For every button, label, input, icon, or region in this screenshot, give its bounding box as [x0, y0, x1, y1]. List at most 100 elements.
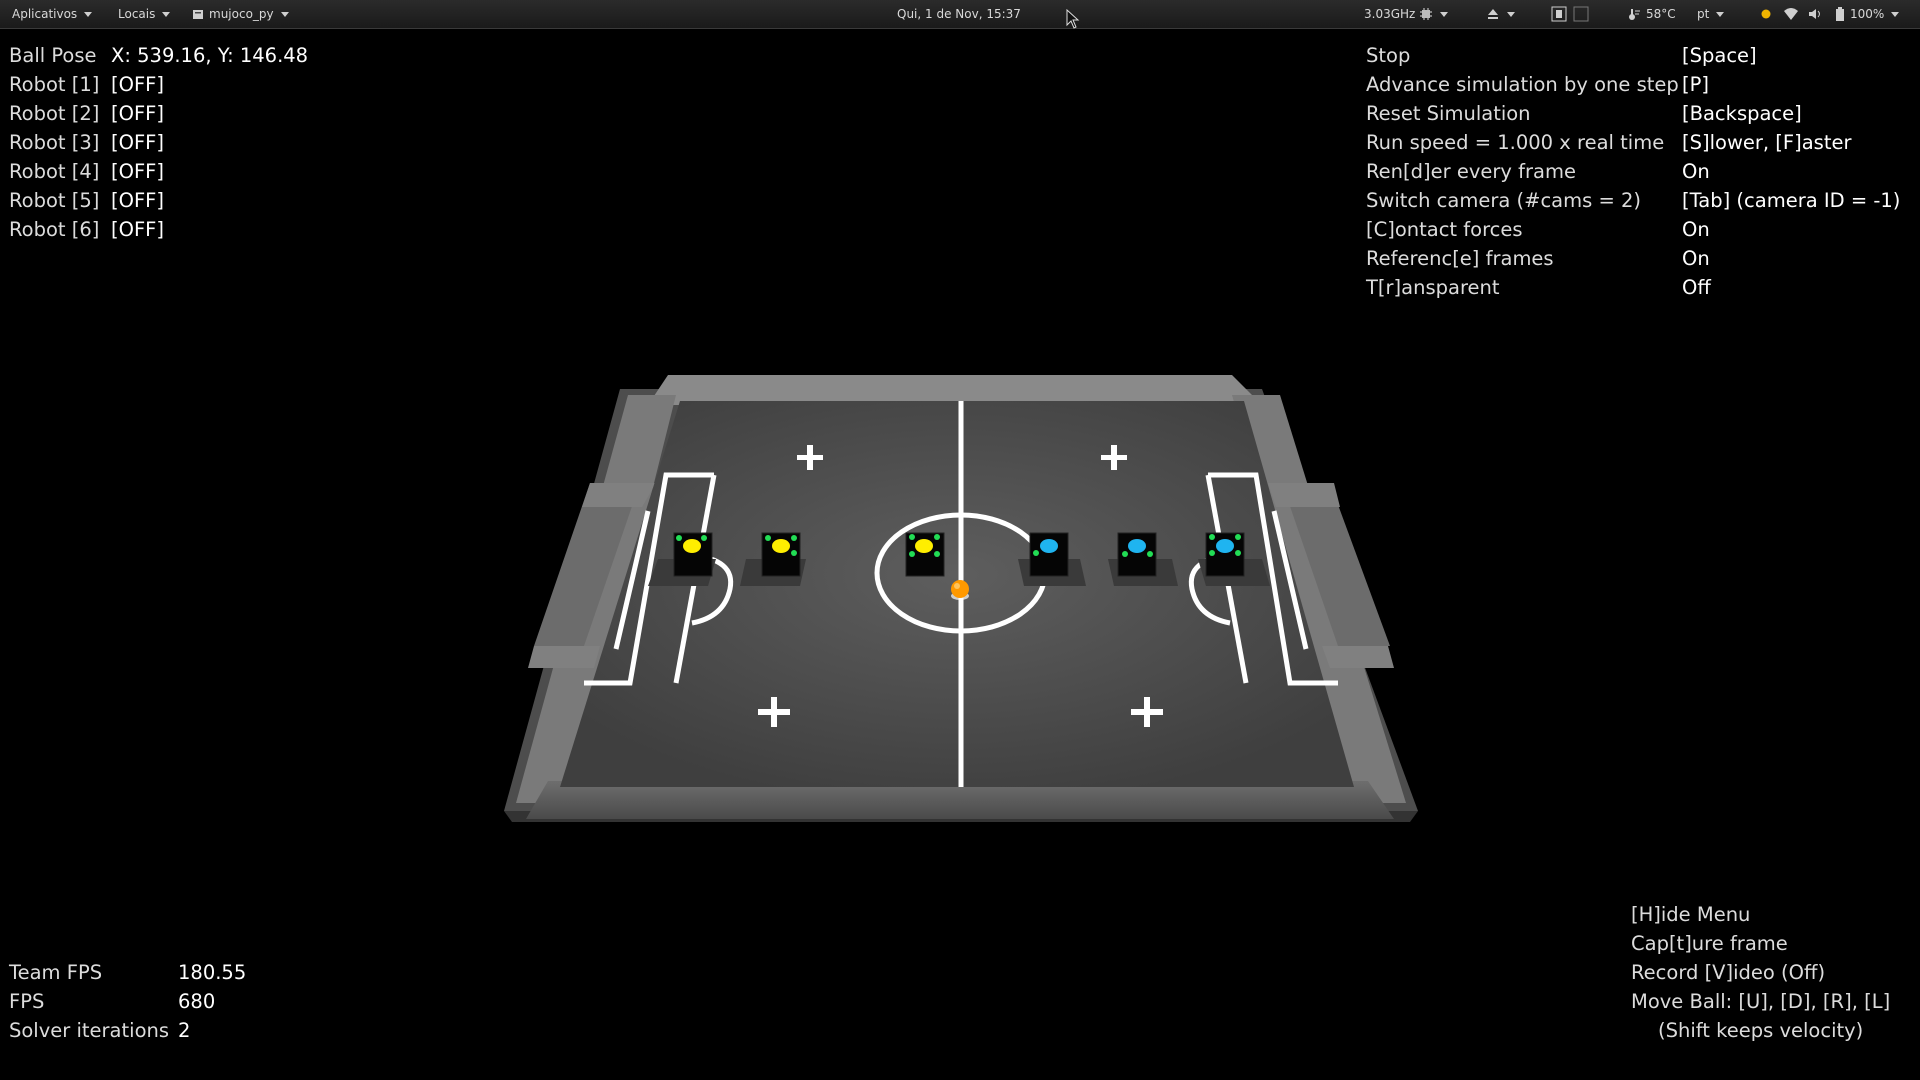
ball — [951, 580, 969, 600]
mouse-pointer-icon — [1066, 9, 1080, 29]
help-row: Reset Simulation [Backspace] — [1366, 99, 1916, 128]
cpu-frequency-indicator[interactable]: 3.03GHz — [1364, 0, 1449, 28]
robot-1-status: [OFF] — [111, 73, 164, 96]
robot-5-label: Robot [5] — [9, 189, 100, 212]
robot-1 — [673, 532, 713, 577]
help-row: Referenc[e] frames On — [1366, 244, 1916, 273]
eject-menu[interactable] — [1486, 0, 1515, 28]
help-label: Switch camera (#cams = 2) — [1366, 189, 1642, 212]
record-video-label: Record [V]ideo (Off) — [1631, 961, 1826, 984]
eject-icon — [1488, 9, 1498, 19]
robot-6-status: [OFF] — [111, 218, 164, 241]
solver-iterations-value: 2 — [178, 1019, 191, 1042]
far-wall — [648, 375, 1262, 405]
robot-1-label: Robot [1] — [9, 73, 100, 96]
help-key: [P] — [1682, 73, 1709, 96]
applications-menu-label: Aplicativos — [12, 7, 78, 21]
robot-4 — [1029, 532, 1069, 577]
top-panel: Aplicativos Locais mujoco_py Qui, 1 de N… — [0, 0, 1920, 29]
right-goal-box-bottom — [1322, 646, 1394, 668]
help-key: Off — [1682, 276, 1711, 299]
menu-help: [H]ide Menu Cap[t]ure frame Record [V]id… — [1631, 900, 1916, 1045]
capture-frame-label: Cap[t]ure frame — [1631, 932, 1788, 955]
robot-3 — [905, 532, 945, 577]
robot-5-status: [OFF] — [111, 189, 164, 212]
active-window-label: mujoco_py — [209, 7, 274, 21]
team-fps-label: Team FPS — [9, 961, 103, 984]
robot-2-label: Robot [2] — [9, 102, 100, 125]
wifi-indicator[interactable] — [1783, 0, 1799, 28]
active-window-menu[interactable]: mujoco_py — [192, 0, 289, 28]
volume-indicator[interactable] — [1808, 0, 1824, 28]
robot-status-row: Robot [5] [OFF] — [9, 186, 429, 215]
ball-pose-label: Ball Pose — [9, 44, 97, 67]
applications-menu[interactable]: Aplicativos — [12, 0, 93, 28]
workspace-icon — [1551, 6, 1589, 22]
robot-status-row: Robot [1] [OFF] — [9, 70, 429, 99]
battery-indicator[interactable]: 100% — [1836, 0, 1900, 28]
help-row: [C]ontact forces On — [1366, 215, 1916, 244]
help-row: T[r]ansparent Off — [1366, 273, 1916, 302]
window-app-icon — [193, 9, 203, 19]
temperature-icon — [1629, 9, 1640, 20]
help-key: [Space] — [1682, 44, 1757, 67]
help-key: On — [1682, 247, 1710, 270]
temperature-label: 58°C — [1646, 7, 1676, 21]
clock-label: Qui, 1 de Nov, 15:37 — [897, 7, 1021, 21]
menu-help-row: Cap[t]ure frame — [1631, 929, 1916, 958]
help-label: T[r]ansparent — [1366, 276, 1500, 299]
team-fps-value: 180.55 — [178, 961, 247, 984]
robot-6-label: Robot [6] — [9, 218, 100, 241]
simulation-controls-help: Stop [Space] Advance simulation by one st… — [1366, 41, 1916, 302]
help-label: Advance simulation by one step — [1366, 73, 1679, 96]
robot-3-label: Robot [3] — [9, 131, 100, 154]
app-window: Aplicativos Locais mujoco_py Qui, 1 de N… — [0, 0, 1920, 1080]
help-key: On — [1682, 218, 1710, 241]
left-goal-box-bottom — [528, 646, 600, 668]
workspace-switcher[interactable] — [1551, 0, 1591, 28]
robot-2-status: [OFF] — [111, 102, 164, 125]
chevron-down-icon — [1507, 11, 1515, 17]
menu-help-row: Move Ball: [U], [D], [R], [L] — [1631, 987, 1916, 1016]
help-key: [S]lower, [F]aster — [1682, 131, 1852, 154]
places-menu-label: Locais — [118, 7, 156, 21]
help-row: Advance simulation by one step [P] — [1366, 70, 1916, 99]
chevron-down-icon — [1716, 11, 1725, 17]
places-menu[interactable]: Locais — [118, 0, 171, 28]
ball-pose-value: X: 539.16, Y: 146.48 — [111, 44, 309, 67]
robot-6 — [1205, 532, 1245, 577]
robot-4-status: [OFF] — [111, 160, 164, 183]
ball-pose-row: Ball Pose X: 539.16, Y: 146.48 — [9, 41, 429, 70]
battery-icon — [1836, 7, 1844, 21]
help-row: Run speed = 1.000 x real time [S]lower, [… — [1366, 128, 1916, 157]
robot-status-row: Robot [2] [OFF] — [9, 99, 429, 128]
stat-row: Solver iterations 2 — [9, 1016, 309, 1045]
help-row: Switch camera (#cams = 2) [Tab] (camera I… — [1366, 186, 1916, 215]
help-label: Referenc[e] frames — [1366, 247, 1554, 270]
temperature-indicator[interactable]: 58°C — [1626, 0, 1676, 28]
help-label: Stop — [1366, 44, 1411, 67]
help-key: [Backspace] — [1682, 102, 1802, 125]
volume-icon — [1809, 9, 1820, 19]
status-indicator[interactable] — [1760, 0, 1772, 28]
performance-stats: Team FPS 180.55 FPS 680 Solver iterations 2 — [9, 958, 309, 1045]
right-goal-box-top — [1268, 483, 1340, 507]
clock[interactable]: Qui, 1 de Nov, 15:37 — [897, 0, 1021, 28]
shift-velocity-note: (Shift keeps velocity) — [1658, 1019, 1864, 1042]
robot-2 — [761, 532, 801, 577]
chevron-down-icon — [1891, 11, 1900, 17]
help-label: [C]ontact forces — [1366, 218, 1523, 241]
stat-row: Team FPS 180.55 — [9, 958, 309, 987]
help-label: Run speed = 1.000 x real time — [1366, 131, 1665, 154]
robot-status-panel: Ball Pose X: 539.16, Y: 146.48 Robot [1]… — [9, 41, 429, 244]
menu-help-row: Record [V]ideo (Off) — [1631, 958, 1916, 987]
notification-dot-icon — [1761, 9, 1771, 19]
robot-status-row: Robot [4] [OFF] — [9, 157, 429, 186]
help-row: Stop [Space] — [1366, 41, 1916, 70]
chevron-down-icon — [162, 11, 171, 17]
chevron-down-icon — [84, 11, 93, 17]
solver-iterations-label: Solver iterations — [9, 1019, 170, 1042]
keyboard-layout-menu[interactable]: pt — [1697, 0, 1725, 28]
chevron-down-icon — [1440, 11, 1449, 17]
hide-menu-label: [H]ide Menu — [1631, 903, 1751, 926]
